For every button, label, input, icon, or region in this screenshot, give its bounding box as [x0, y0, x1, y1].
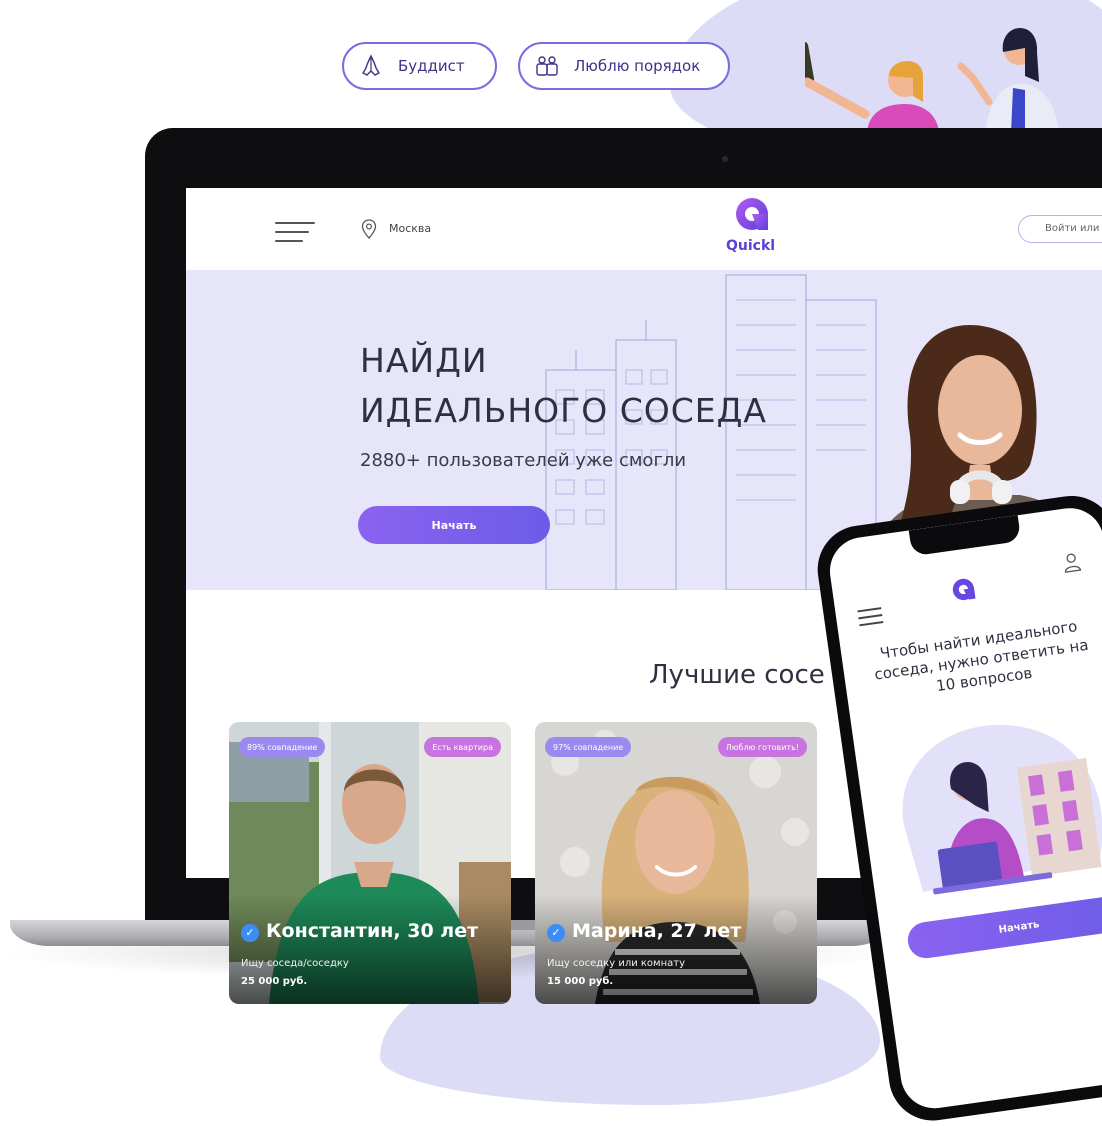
- profile-card[interactable]: 89% совпадение Есть квартира ✓ Константи…: [229, 722, 511, 1004]
- menu-icon[interactable]: [275, 222, 315, 244]
- quickl-logo-text[interactable]: Quickl: [726, 238, 775, 254]
- phone-notch: [908, 515, 1022, 557]
- best-neighbors-heading: Лучшие сосе: [649, 660, 825, 690]
- profile-name: Марина, 27 лет: [572, 920, 742, 942]
- tag-pill-order[interactable]: Люблю порядок: [518, 42, 730, 90]
- card-overlay: [535, 894, 817, 1004]
- illustration-person-waving: [957, 27, 1059, 133]
- woman-at-laptop-illustration: [902, 724, 1102, 895]
- feature-badge: Есть квартира: [424, 737, 501, 757]
- login-button[interactable]: Войти или: [1018, 215, 1102, 243]
- tag-label: Люблю порядок: [574, 57, 701, 75]
- card-overlay: [229, 894, 511, 1004]
- illustration-person-with-bottle: [805, 42, 939, 132]
- laptop-camera: [722, 156, 728, 162]
- people-icon: [536, 56, 558, 76]
- location-pin-icon: [361, 219, 377, 239]
- profile-description: Ищу соседку или комнату: [547, 958, 685, 969]
- hero-title-line: НАЙДИ: [360, 341, 488, 380]
- menu-icon[interactable]: [857, 607, 884, 631]
- hero-title: НАЙДИ ИДЕАЛЬНОГО СОСЕДА: [360, 336, 767, 436]
- match-badge: 89% совпадение: [239, 737, 326, 757]
- profile-card[interactable]: 97% совпадение Люблю готовить! ✓ Марина,…: [535, 722, 817, 1004]
- profile-name: Константин, 30 лет: [266, 920, 479, 942]
- city-selector[interactable]: Москва: [389, 222, 431, 235]
- verified-check-icon: ✓: [241, 924, 259, 942]
- quickl-logo-icon[interactable]: [950, 576, 977, 603]
- praying-hands-icon: [362, 54, 380, 76]
- profile-description: Ищу соседа/соседку: [241, 958, 349, 969]
- tag-pill-buddhist[interactable]: Буддист: [342, 42, 497, 90]
- quiz-intro-text: Чтобы найти идеального соседа, нужно отв…: [873, 617, 1090, 696]
- phone-start-button[interactable]: Начать: [905, 893, 1102, 961]
- feature-badge: Люблю готовить!: [717, 737, 807, 757]
- hero-title-line: ИДЕАЛЬНОГО СОСЕДА: [360, 391, 767, 430]
- profile-price: 15 000 руб.: [547, 976, 614, 987]
- user-icon[interactable]: [1061, 551, 1082, 573]
- quickl-logo-icon[interactable]: [734, 196, 770, 232]
- match-badge: 97% совпадение: [545, 737, 632, 757]
- tag-label: Буддист: [398, 57, 465, 75]
- hero-subtitle: 2880+ пользователей уже смогли: [360, 450, 687, 471]
- verified-check-icon: ✓: [547, 924, 565, 942]
- start-button[interactable]: Начать: [358, 506, 550, 544]
- profile-price: 25 000 руб.: [241, 976, 308, 987]
